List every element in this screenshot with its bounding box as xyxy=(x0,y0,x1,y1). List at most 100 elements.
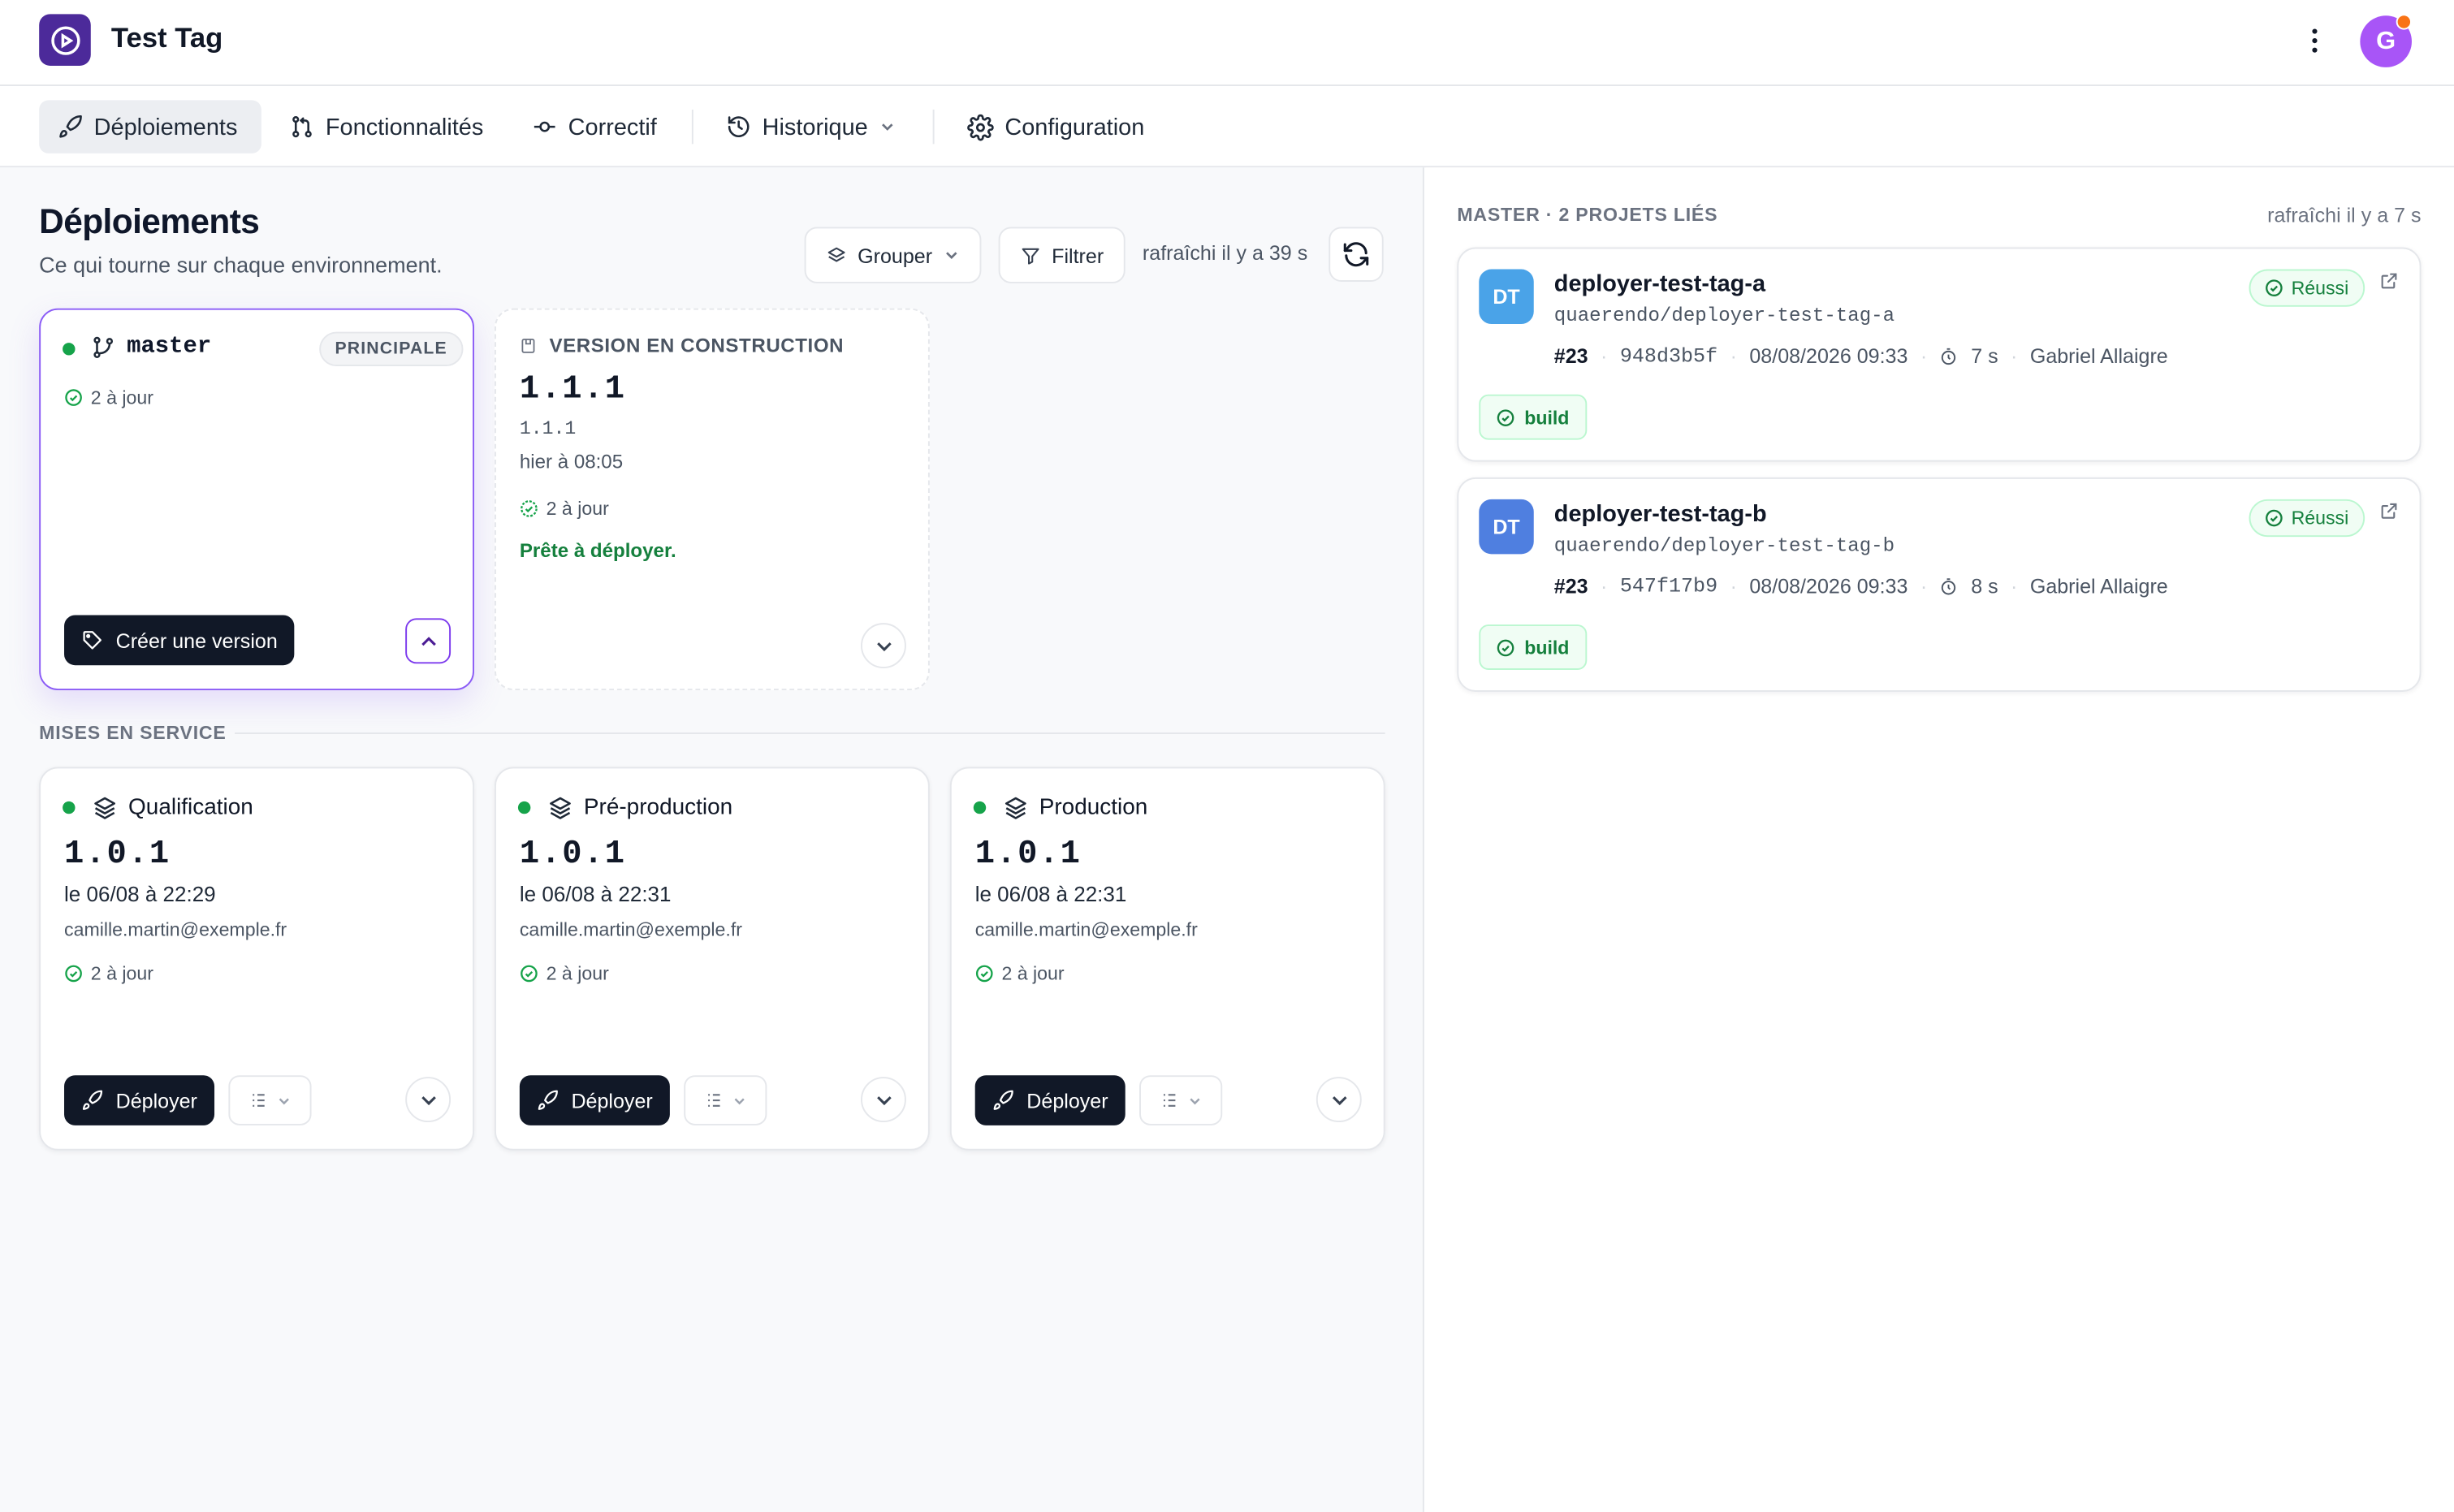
build-card[interactable]: VERSION EN CONSTRUCTION 1.1.1 1.1.1 hier… xyxy=(495,308,930,691)
project-meta: #23 · 948d3b5f · 08/08/2026 09:33 · 7 s … xyxy=(1554,344,2168,368)
check-circle-icon xyxy=(521,965,538,983)
chevron-down-icon xyxy=(734,1097,745,1104)
ready-message: Prête à déployer. xyxy=(519,539,676,562)
status-text: Réussi xyxy=(2291,507,2349,529)
meta-separator: · xyxy=(1730,344,1737,368)
branch-card-master[interactable]: master PRINCIPALE 2 à jour Créer une ver… xyxy=(39,308,474,691)
meta-separator: · xyxy=(1601,344,1608,368)
filter-label: Filtrer xyxy=(1052,243,1104,267)
commit-sha[interactable]: 547f17b9 xyxy=(1620,574,1717,598)
tab-fonctionnalites-label: Fonctionnalités xyxy=(325,113,484,140)
linked-projects-panel: MASTER · 2 PROJETS LIÉS rafraîchi il y a… xyxy=(1425,167,2454,1512)
more-menu-icon[interactable] xyxy=(2301,22,2329,59)
pipeline-author: Gabriel Allaigre xyxy=(2029,574,2168,598)
project-name[interactable]: deployer-test-tag-a xyxy=(1554,270,1765,297)
env-name: Pré-production xyxy=(583,795,733,821)
commit-sha[interactable]: 948d3b5f xyxy=(1620,344,1717,368)
rocket-icon xyxy=(82,1090,103,1110)
deploy-button[interactable]: Déployer xyxy=(974,1075,1125,1125)
chevron-down-icon xyxy=(421,1095,435,1105)
deploy-button[interactable]: Déployer xyxy=(64,1075,215,1125)
project-name[interactable]: deployer-test-tag-b xyxy=(1554,501,1767,528)
uptodate-status: 2 à jour xyxy=(64,962,153,984)
git-pull-request-icon xyxy=(292,116,312,138)
job-badge[interactable]: build xyxy=(1479,624,1587,670)
meta-separator: · xyxy=(1920,574,1928,598)
env-date: le 06/08 à 22:29 xyxy=(64,883,216,907)
check-circle-icon xyxy=(2266,279,2283,296)
external-link-icon[interactable] xyxy=(2378,270,2399,291)
chevron-down-icon xyxy=(1332,1095,1346,1105)
rocket-icon xyxy=(538,1090,558,1110)
project-card[interactable]: DT deployer-test-tag-b quaerendo/deploye… xyxy=(1457,477,2422,692)
status-dot xyxy=(517,801,531,814)
pipeline-number[interactable]: #23 xyxy=(1554,574,1588,598)
chevron-up-icon xyxy=(421,636,435,646)
pipeline-number[interactable]: #23 xyxy=(1554,344,1588,368)
refreshed-time: rafraîchi il y a 39 s xyxy=(1142,240,1308,265)
expand-button[interactable] xyxy=(1316,1077,1362,1123)
env-card-preproduction[interactable]: Pré-production 1.0.1 le 06/08 à 22:31 ca… xyxy=(495,767,930,1151)
meta-separator: · xyxy=(1920,344,1928,368)
env-version: 1.0.1 xyxy=(64,837,171,874)
meta-separator: · xyxy=(2011,574,2018,598)
meta-separator: · xyxy=(1601,574,1608,598)
deploy-button[interactable]: Déployer xyxy=(519,1075,670,1125)
refresh-icon xyxy=(1343,242,1369,267)
job-badge[interactable]: build xyxy=(1479,394,1587,440)
external-link-icon[interactable] xyxy=(2378,501,2399,521)
env-name: Qualification xyxy=(128,795,253,821)
layers-icon xyxy=(1004,797,1026,819)
filter-button[interactable]: Filtrer xyxy=(998,227,1126,283)
tag-icon xyxy=(83,631,102,650)
project-meta: #23 · 547f17b9 · 08/08/2026 09:33 · 8 s … xyxy=(1554,574,2168,598)
tab-fonctionnalites[interactable]: Fonctionnalités xyxy=(270,100,502,153)
uptodate-status: 2 à jour xyxy=(520,962,609,984)
expand-button[interactable] xyxy=(861,1077,906,1123)
check-circle-icon xyxy=(2266,509,2283,527)
job-name: build xyxy=(1524,406,1570,429)
job-name: build xyxy=(1524,636,1570,659)
env-card-production[interactable]: Production 1.0.1 le 06/08 à 22:31 camill… xyxy=(949,767,1385,1151)
tab-historique[interactable]: Historique xyxy=(707,100,914,153)
env-author: camille.martin@exemple.fr xyxy=(64,918,287,941)
create-version-button[interactable]: Créer une version xyxy=(64,615,295,666)
project-card[interactable]: DT deployer-test-tag-a quaerendo/deploye… xyxy=(1457,247,2422,462)
top-bar: Test Tag G xyxy=(0,0,2454,87)
uptodate-status: 2 à jour xyxy=(64,387,153,408)
env-version: 1.0.1 xyxy=(519,837,626,874)
panel-refreshed-time: rafraîchi il y a 7 s xyxy=(2267,203,2422,227)
app-logo[interactable] xyxy=(39,14,91,66)
layers-icon xyxy=(94,797,115,819)
deploy-options-select[interactable] xyxy=(1139,1075,1223,1125)
deploy-label: Déployer xyxy=(571,1088,653,1112)
list-tree-icon xyxy=(1163,1094,1176,1107)
tab-configuration[interactable]: Configuration xyxy=(948,100,1163,153)
layers-icon xyxy=(827,246,845,261)
env-author: camille.martin@exemple.fr xyxy=(519,918,742,941)
create-version-label: Créer une version xyxy=(115,628,278,652)
refresh-button[interactable] xyxy=(1329,227,1384,282)
deploy-options-select[interactable] xyxy=(684,1075,767,1125)
status-text: Réussi xyxy=(2291,277,2349,300)
expand-button[interactable] xyxy=(405,1077,451,1123)
filter-icon xyxy=(1022,247,1039,264)
tab-deploiements-label: Déploiements xyxy=(93,113,238,140)
env-card-qualification[interactable]: Qualification 1.0.1 le 06/08 à 22:29 cam… xyxy=(39,767,474,1151)
tab-correctif[interactable]: Correctif xyxy=(513,100,676,153)
tab-deploiements[interactable]: Déploiements xyxy=(39,100,261,153)
expand-button[interactable] xyxy=(861,623,906,669)
deploy-options-select[interactable] xyxy=(228,1075,312,1125)
env-author: camille.martin@exemple.fr xyxy=(974,918,1198,941)
list-tree-icon xyxy=(708,1094,720,1107)
section-divider xyxy=(235,732,1385,734)
collapse-button[interactable] xyxy=(405,618,451,664)
env-version: 1.0.1 xyxy=(974,837,1082,874)
env-date: le 06/08 à 22:31 xyxy=(519,883,672,907)
rocket-icon xyxy=(59,114,82,138)
avatar-initial: G xyxy=(2376,27,2396,54)
project-path: quaerendo/deployer-test-tag-b xyxy=(1553,535,1895,558)
git-branch-icon xyxy=(93,336,114,359)
group-button[interactable]: Grouper xyxy=(804,227,981,283)
deploy-label: Déployer xyxy=(115,1088,197,1112)
